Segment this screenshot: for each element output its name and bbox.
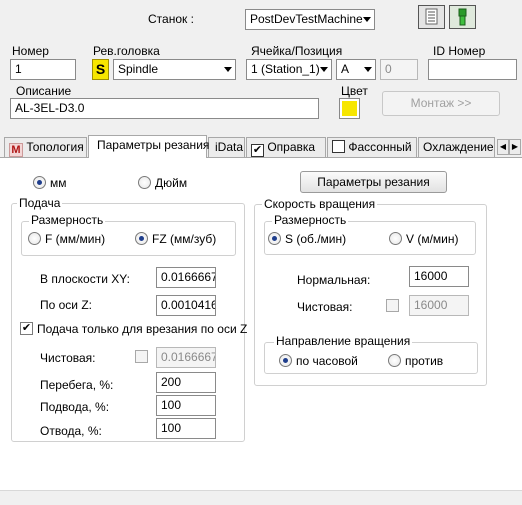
approach-label: Подвода, %: xyxy=(40,400,110,414)
feed-finish-label: Чистовая: xyxy=(40,351,96,365)
overrun-label: Перебега, %: xyxy=(40,378,114,392)
direction-ccw-radio[interactable] xyxy=(388,354,401,367)
tab-cutting-params-label: Параметры резания xyxy=(97,138,210,152)
feed-xy-label: В плоскости XY: xyxy=(40,272,130,286)
feed-z-field[interactable]: 0.00104167 xyxy=(156,295,216,316)
list-icon xyxy=(425,8,438,25)
revolver-select-value: Spindle xyxy=(118,62,159,76)
tab-holder[interactable]: ✔ Оправка xyxy=(246,137,326,157)
tool-list-view-button[interactable] xyxy=(418,5,445,29)
speed-finish-label: Чистовая: xyxy=(297,300,353,314)
description-field[interactable]: AL-3EL-D3.0 xyxy=(10,98,319,119)
id-field[interactable] xyxy=(428,59,517,80)
overrun-field[interactable]: 200 xyxy=(156,372,216,393)
speed-s-radio[interactable] xyxy=(268,232,281,245)
chevron-down-icon xyxy=(224,67,232,72)
feed-finish-checkbox[interactable] xyxy=(135,350,148,363)
status-strip xyxy=(0,490,522,505)
unit-mm-label: мм xyxy=(50,176,67,190)
tab-cutting-params[interactable]: Параметры резания xyxy=(88,135,210,158)
feed-fz-label: FZ (мм/зуб) xyxy=(152,232,217,246)
id-label: ID Номер xyxy=(433,44,486,58)
tab-idata[interactable]: iData xyxy=(208,137,245,157)
unit-mm-radio[interactable] xyxy=(33,176,46,189)
position-extra-field: 0 xyxy=(380,59,418,80)
chevron-down-icon xyxy=(363,17,371,22)
revolver-label: Рев.головка xyxy=(93,44,160,58)
color-label: Цвет xyxy=(341,84,368,98)
tab-topology[interactable]: M Топология xyxy=(4,137,87,157)
machine-select-value: PostDevTestMachine xyxy=(250,12,363,26)
tab-topology-label: Топология xyxy=(26,140,84,154)
retract-label: Отвода, %: xyxy=(40,424,102,438)
mount-button[interactable]: Монтаж >> xyxy=(382,91,500,116)
tool-icon xyxy=(458,8,467,26)
direction-ccw-label: против xyxy=(405,354,444,368)
spindle-icon: S xyxy=(92,59,109,80)
machine-select[interactable]: PostDevTestMachine xyxy=(245,9,375,30)
revolver-select[interactable]: Spindle xyxy=(113,59,236,80)
feed-f-label: F (мм/мин) xyxy=(45,232,106,246)
tab-scroll-left-button[interactable]: ◀ xyxy=(497,139,509,155)
chevron-down-icon xyxy=(364,67,372,72)
feed-z-only-checkbox[interactable]: ✔ xyxy=(20,322,33,335)
position-select-value: A xyxy=(341,62,350,76)
tab-idata-label: iData xyxy=(215,140,244,154)
speed-finish-checkbox[interactable] xyxy=(386,299,399,312)
color-swatch xyxy=(342,101,357,116)
color-picker-button[interactable] xyxy=(339,98,360,119)
feed-f-radio[interactable] xyxy=(28,232,41,245)
feed-z-label: По оси Z: xyxy=(40,298,93,312)
direction-cw-radio[interactable] xyxy=(279,354,292,367)
arrow-left-icon: ◀ xyxy=(499,142,507,151)
speed-v-label: V (м/мин) xyxy=(406,232,459,246)
tab-shaped-label: Фассонный xyxy=(348,140,412,154)
shaped-checkbox[interactable] xyxy=(332,140,345,153)
speed-group-title: Скорость вращения xyxy=(262,197,378,211)
tab-shaped[interactable]: Фассонный xyxy=(327,137,417,157)
feed-fz-radio[interactable] xyxy=(135,232,148,245)
cutting-params-button[interactable]: Параметры резания xyxy=(300,171,447,193)
speed-finish-field: 16000 xyxy=(409,295,469,316)
approach-field[interactable]: 100 xyxy=(156,395,216,416)
retract-field[interactable]: 100 xyxy=(156,418,216,439)
speed-dimension-title: Размерность xyxy=(272,213,349,227)
direction-title: Направление вращения xyxy=(274,334,413,348)
number-field[interactable]: 1 xyxy=(10,59,76,80)
feed-group-title: Подача xyxy=(17,196,63,210)
description-label: Описание xyxy=(16,84,72,98)
unit-inch-label: Дюйм xyxy=(155,176,188,190)
cell-select[interactable]: 1 (Station_1) xyxy=(246,59,332,80)
tab-scroll-right-button[interactable]: ▶ xyxy=(509,139,521,155)
tool-3d-view-button[interactable] xyxy=(449,5,476,29)
chevron-down-icon xyxy=(320,67,328,72)
position-select[interactable]: A xyxy=(336,59,376,80)
feed-z-only-label: Подача только для врезания по оси Z xyxy=(37,322,248,336)
arrow-right-icon: ▶ xyxy=(511,142,519,151)
direction-cw-label: по часовой xyxy=(296,354,358,368)
cell-select-value: 1 (Station_1) xyxy=(251,62,320,76)
speed-normal-label: Нормальная: xyxy=(297,273,371,287)
topology-icon: M xyxy=(9,143,23,157)
machine-label: Станок : xyxy=(148,12,194,26)
feed-xy-field[interactable]: 0.0166667 xyxy=(156,267,216,288)
speed-s-label: S (об./мин) xyxy=(285,232,347,246)
cell-label: Ячейка/Позиция xyxy=(251,44,343,58)
feed-dimension-title: Размерность xyxy=(29,213,106,227)
unit-inch-radio[interactable] xyxy=(138,176,151,189)
holder-checkbox[interactable]: ✔ xyxy=(251,144,264,157)
tab-cooling-label: Охлаждение xyxy=(423,140,494,154)
tab-holder-label: Оправка xyxy=(267,140,316,154)
feed-finish-field: 0.0166667 xyxy=(156,347,216,368)
speed-normal-field[interactable]: 16000 xyxy=(409,266,469,287)
speed-v-radio[interactable] xyxy=(389,232,402,245)
number-label: Номер xyxy=(12,44,49,58)
tab-cooling[interactable]: Охлаждение xyxy=(418,137,495,157)
